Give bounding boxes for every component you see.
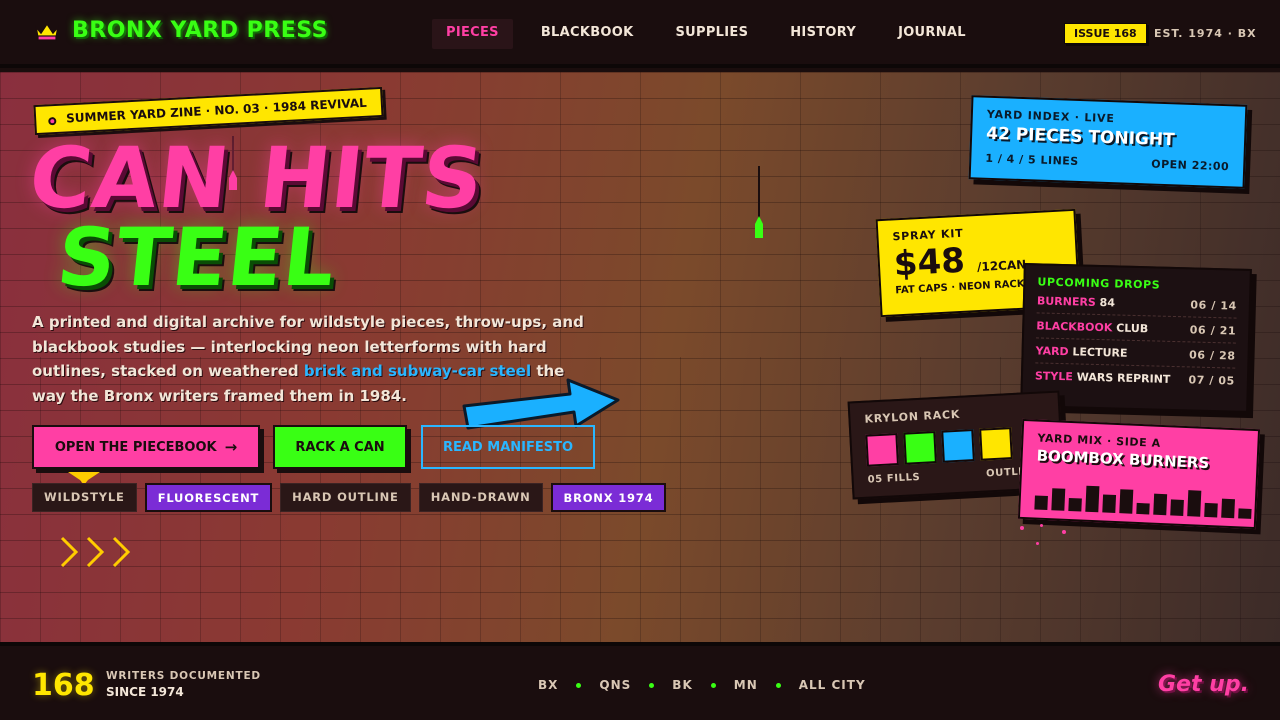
drop-key: STYLE [1034,369,1074,384]
yard-index-open-time: OPEN 22:00 [1151,157,1230,174]
chip-hand-drawn[interactable]: HAND-DRAWN [418,483,543,512]
paint-speckle [1040,524,1043,527]
rack-a-can-label: RACK A CAN [295,439,385,455]
drop-rest: WARS REPRINT [1072,370,1171,386]
equalizer-bar [1170,499,1184,516]
open-piecebook-label: OPEN THE PIECEBOOK [54,439,217,455]
paint-speckle [1036,542,1039,545]
swatch-blue[interactable] [941,429,975,463]
read-manifesto-button[interactable]: READ MANIFESTO [421,425,595,469]
crown-icon [34,21,60,41]
drop-date: 06 / 21 [1189,323,1237,338]
drop-key: BLACKBOOK [1036,319,1113,335]
equalizer-bar [1051,488,1066,511]
equalizer-bar [1102,494,1117,514]
open-piecebook-button[interactable]: OPEN THE PIECEBOOK → [32,425,260,469]
borough-link-mn[interactable]: MN [734,678,758,692]
drop-key: YARD [1035,344,1069,359]
chip-fluorescent[interactable]: FLUORESCENT [144,483,273,512]
equalizer-bar [1034,495,1048,511]
chip-wildstyle[interactable]: WILDSTYLE [32,483,137,512]
equalizer-bar [1068,497,1082,512]
headline-line-2: STEEL [53,211,341,304]
bullet-dot-icon [48,116,57,126]
equalizer-bar [1085,485,1100,513]
writers-since: SINCE 1974 [106,685,184,699]
equalizer-bar [1153,493,1168,516]
spray-kit-price-value: $48 [892,240,966,285]
est-label: EST. 1974 · BX [1154,27,1257,40]
drop-key: BURNERS [1036,294,1096,309]
chevrons-right-icon [60,536,131,568]
swatch-yellow[interactable] [979,427,1013,461]
top-bar: BRONX YARD PRESS PIECES BLACKBOOK SUPPLI… [0,0,1280,68]
rack-a-can-button[interactable]: RACK A CAN [273,425,407,469]
borough-link-qns[interactable]: QNS [599,678,631,692]
read-manifesto-label: READ MANIFESTO [442,439,574,455]
krylon-fills: 05 FILLS [867,471,921,486]
separator-dot-icon [576,682,582,688]
chip-hard-outline[interactable]: HARD OUTLINE [280,483,411,512]
drop-rest: 84 [1095,295,1116,310]
drop-rest: LECTURE [1068,345,1128,360]
nav-item-pieces[interactable]: PIECES [432,19,513,49]
brand-logo[interactable]: BRONX YARD PRESS [34,18,328,43]
paint-speckle [1062,530,1066,534]
separator-dot-icon [649,682,655,688]
drop-rest: CLUB [1112,321,1149,336]
chip-bronx-1974[interactable]: BRONX 1974 [550,483,667,512]
borough-links: BX QNS BK MN ALL CITY [538,678,866,692]
krylon-rack-title: KRYLON RACK [864,407,961,426]
drop-date: 06 / 28 [1188,348,1236,363]
style-chip-list: WILDSTYLE FLUORESCENT HARD OUTLINE HAND-… [32,483,667,512]
writers-count: 168 [32,668,95,703]
equalizer-bar [1119,489,1134,514]
equalizer-bar [1221,498,1235,519]
equalizer-bar [1238,508,1252,519]
separator-dot-icon [710,682,716,688]
green-drip-icon [755,166,763,238]
brand-name: BRONX YARD PRESS [72,18,328,43]
equalizer-bar [1204,502,1218,518]
footer-bar: 168 WRITERS DOCUMENTED SINCE 1974 BX QNS… [0,642,1280,720]
nav-item-blackbook[interactable]: BLACKBOOK [527,19,648,49]
arrow-right-icon: → [224,438,238,456]
issue-badge[interactable]: ISSUE 168 [1064,23,1147,44]
nav-item-journal[interactable]: JOURNAL [884,19,980,49]
yard-mix-card[interactable]: YARD MIX · SIDE A BOOMBOX BURNERS [1017,418,1261,530]
spray-kit-unit: /12CAN [976,257,1027,275]
writers-label: WRITERS DOCUMENTED [106,670,261,682]
borough-link-all-city[interactable]: ALL CITY [799,678,866,692]
borough-link-bx[interactable]: BX [538,678,558,692]
equalizer-bars [1034,476,1252,519]
drop-date: 07 / 05 [1188,373,1236,388]
list-item[interactable]: STYLE WARS REPRINT 07 / 05 [1035,363,1236,392]
swatch-green[interactable] [903,431,937,465]
headline-line-1: CAN HITS [24,129,489,227]
yard-index-card[interactable]: YARD INDEX · LIVE 42 PIECES TONIGHT 1 / … [968,95,1248,189]
separator-dot-icon [775,682,781,688]
swatch-pink[interactable] [865,433,899,467]
nav-item-supplies[interactable]: SUPPLIES [662,19,763,49]
equalizer-bar [1187,490,1202,517]
equalizer-bar [1136,502,1150,515]
yard-index-lines: 1 / 4 / 5 LINES [985,151,1079,168]
borough-link-bk[interactable]: BK [672,678,692,692]
nav-item-history[interactable]: HISTORY [776,19,870,49]
get-up-signoff: Get up. [1158,672,1249,697]
paint-speckle [1020,526,1024,530]
drop-date: 06 / 14 [1190,298,1238,313]
main-nav: PIECES BLACKBOOK SUPPLIES HISTORY JOURNA… [432,19,994,49]
